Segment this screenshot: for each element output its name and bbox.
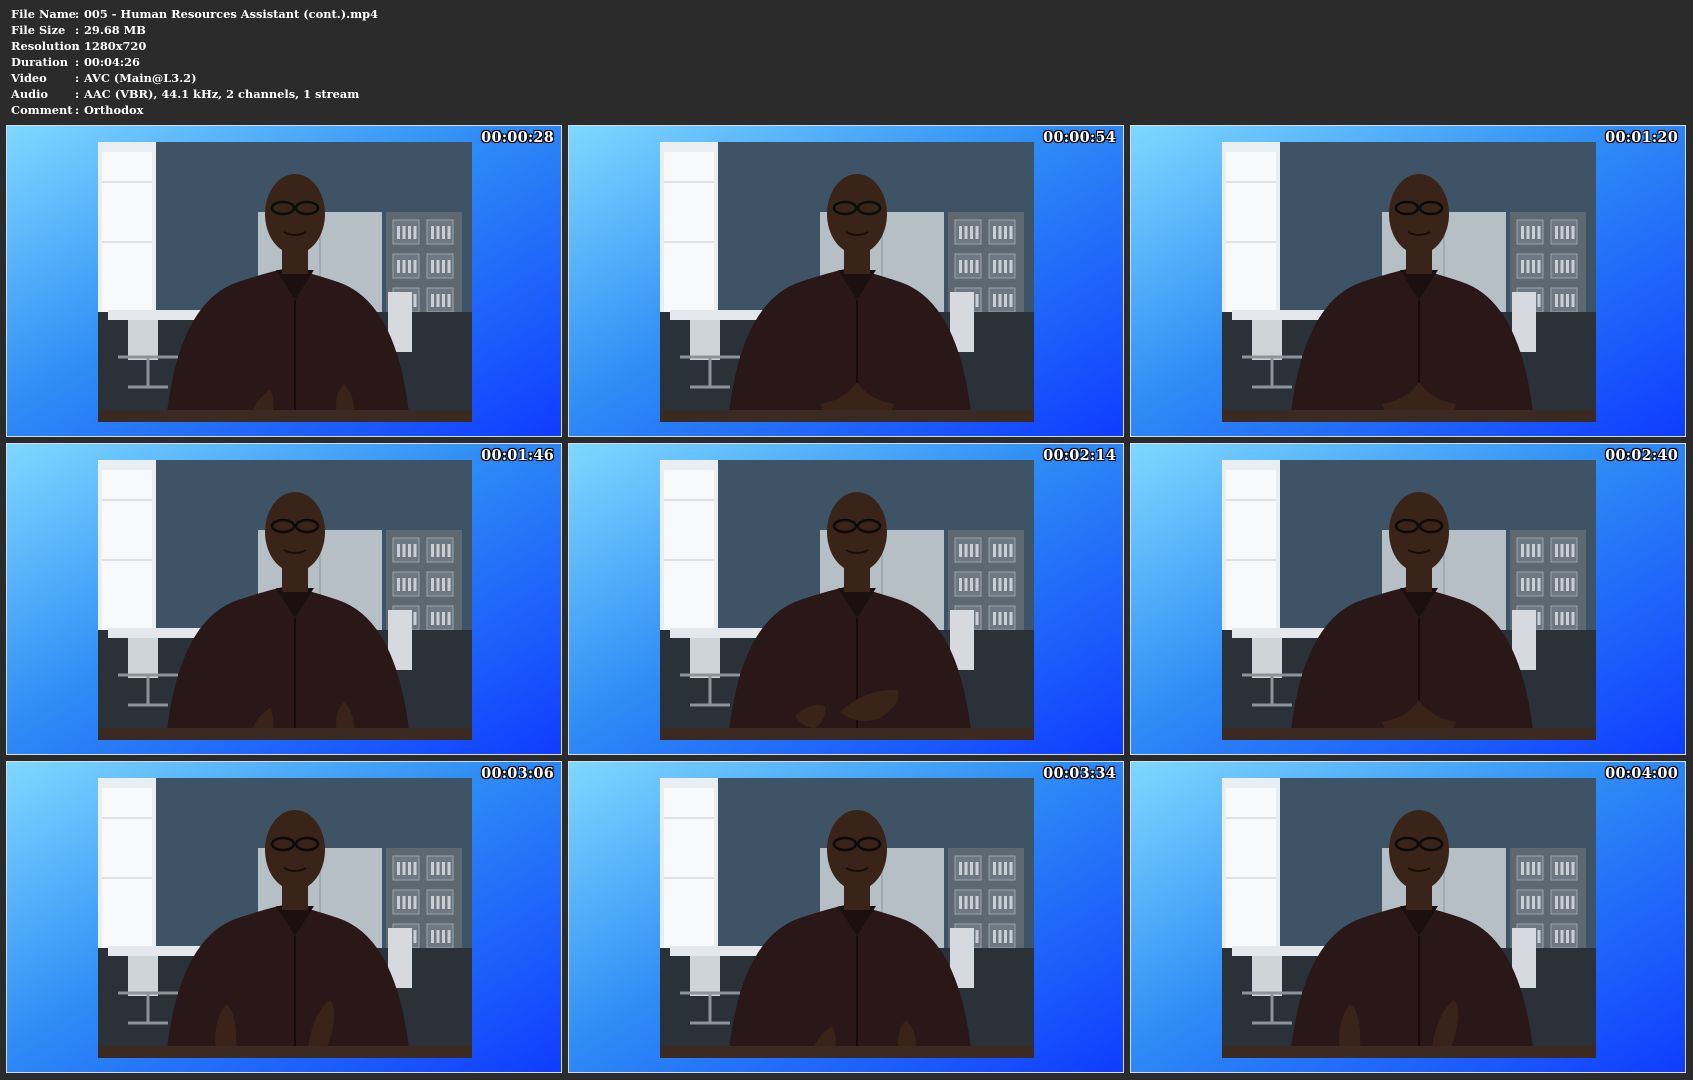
resolution-value: 1280x720 bbox=[84, 39, 147, 53]
timestamp-label: 00:02:14 bbox=[1043, 447, 1116, 464]
thumbnail[interactable]: 00:03:34 bbox=[568, 761, 1124, 1073]
thumbnail[interactable]: 00:02:14 bbox=[568, 443, 1124, 755]
file-name-value: 005 - Human Resources Assistant (cont.).… bbox=[84, 7, 379, 21]
thumbnail[interactable]: 00:02:40 bbox=[1130, 443, 1686, 755]
video-key: Video bbox=[11, 71, 47, 85]
file-name-row: File Name : 005 - Human Resources Assist… bbox=[11, 6, 378, 22]
comment-key: Comment bbox=[11, 103, 73, 117]
video-frame bbox=[660, 142, 1034, 422]
timestamp-label: 00:01:20 bbox=[1605, 129, 1678, 146]
thumbnail[interactable]: 00:03:06 bbox=[6, 761, 562, 1073]
thumbnail[interactable]: 00:01:46 bbox=[6, 443, 562, 755]
video-frame bbox=[98, 460, 472, 740]
video-sep: : bbox=[75, 71, 80, 85]
timestamp-label: 00:03:06 bbox=[481, 765, 554, 782]
duration-row: Duration : 00:04:26 bbox=[11, 54, 378, 70]
file-size-row: File Size : 29.68 MB bbox=[11, 22, 378, 38]
duration-sep: : bbox=[75, 55, 80, 69]
timestamp-label: 00:03:34 bbox=[1043, 765, 1116, 782]
timestamp-label: 00:02:40 bbox=[1605, 447, 1678, 464]
comment-row: Comment : Orthodox bbox=[11, 102, 378, 118]
audio-value: AAC (VBR), 44.1 kHz, 2 channels, 1 strea… bbox=[84, 87, 360, 101]
video-frame bbox=[660, 460, 1034, 740]
video-row: Video : AVC (Main@L3.2) bbox=[11, 70, 378, 86]
presenter-scene bbox=[660, 142, 1034, 422]
video-frame bbox=[1222, 778, 1596, 1058]
timestamp-label: 00:01:46 bbox=[481, 447, 554, 464]
presenter-scene bbox=[98, 460, 472, 740]
presenter-scene bbox=[1222, 142, 1596, 422]
audio-sep: : bbox=[75, 87, 80, 101]
presenter-scene bbox=[1222, 460, 1596, 740]
file-size-sep: : bbox=[75, 23, 80, 37]
presenter-scene bbox=[660, 778, 1034, 1058]
file-name-sep: : bbox=[75, 7, 80, 21]
comment-value: Orthodox bbox=[84, 103, 144, 117]
thumbnail-grid: 00:00:28 00:00:54 00:01:20 00:01:46 00:0… bbox=[6, 125, 1686, 1073]
video-frame bbox=[1222, 142, 1596, 422]
thumbnail[interactable]: 00:00:54 bbox=[568, 125, 1124, 437]
file-size-key: File Size bbox=[11, 23, 66, 37]
comment-sep: : bbox=[75, 103, 80, 117]
duration-key: Duration bbox=[11, 55, 69, 69]
thumbnail[interactable]: 00:00:28 bbox=[6, 125, 562, 437]
presenter-scene bbox=[660, 460, 1034, 740]
audio-row: Audio : AAC (VBR), 44.1 kHz, 2 channels,… bbox=[11, 86, 378, 102]
file-info-panel: File Name : 005 - Human Resources Assist… bbox=[11, 6, 378, 118]
presenter-scene bbox=[1222, 778, 1596, 1058]
thumbnail[interactable]: 00:01:20 bbox=[1130, 125, 1686, 437]
file-name-key: File Name bbox=[11, 7, 77, 21]
thumbnail[interactable]: 00:04:00 bbox=[1130, 761, 1686, 1073]
resolution-row: Resolution : 1280x720 bbox=[11, 38, 378, 54]
video-frame bbox=[98, 778, 472, 1058]
duration-value: 00:04:26 bbox=[84, 55, 140, 69]
timestamp-label: 00:00:54 bbox=[1043, 129, 1116, 146]
video-frame bbox=[98, 142, 472, 422]
timestamp-label: 00:04:00 bbox=[1605, 765, 1678, 782]
resolution-sep: : bbox=[75, 39, 80, 53]
video-value: AVC (Main@L3.2) bbox=[84, 71, 197, 85]
resolution-key: Resolution bbox=[11, 39, 80, 53]
audio-key: Audio bbox=[11, 87, 49, 101]
file-size-value: 29.68 MB bbox=[84, 23, 146, 37]
video-frame bbox=[660, 778, 1034, 1058]
video-frame bbox=[1222, 460, 1596, 740]
presenter-scene bbox=[98, 778, 472, 1058]
timestamp-label: 00:00:28 bbox=[481, 129, 554, 146]
presenter-scene bbox=[98, 142, 472, 422]
